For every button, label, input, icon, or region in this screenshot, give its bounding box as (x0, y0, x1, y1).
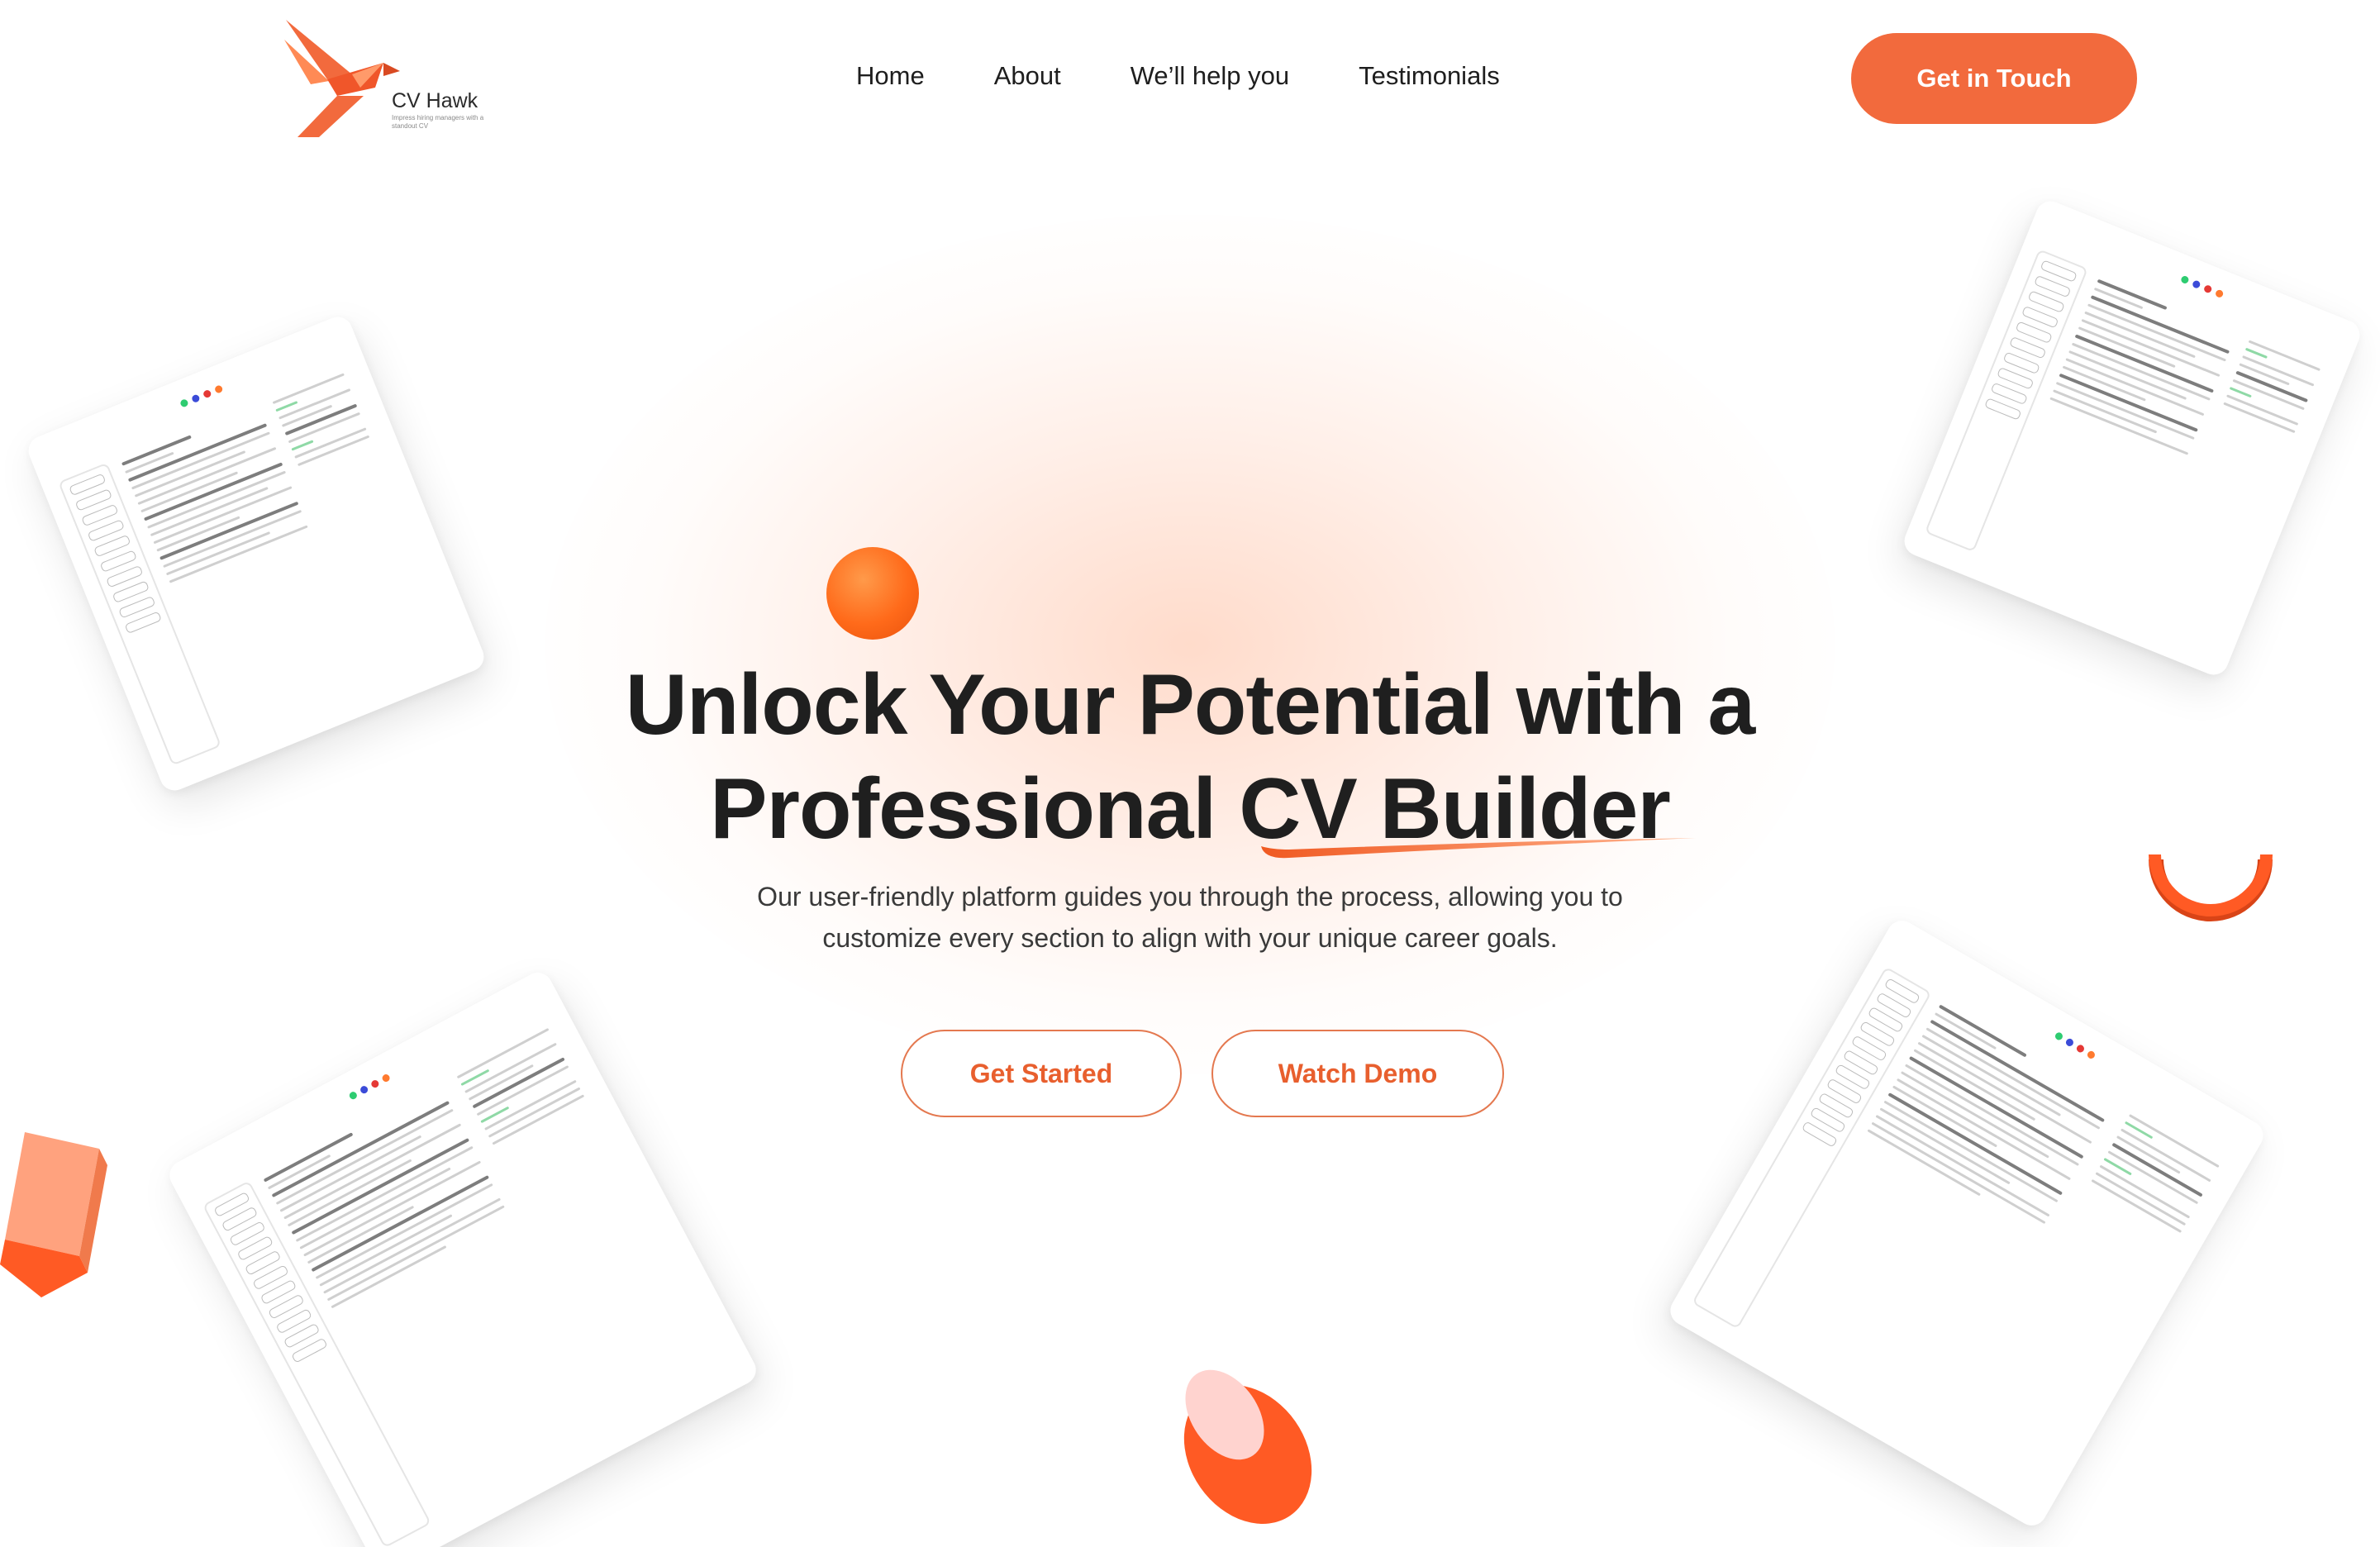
brand-name: CV Hawk (392, 89, 478, 112)
nav-link-home[interactable]: Home (856, 61, 925, 91)
brand-logo[interactable]: CV Hawk Impress hiring managers with a s… (278, 17, 501, 140)
get-in-touch-button[interactable]: Get in Touch (1851, 33, 2137, 124)
get-started-button[interactable]: Get Started (901, 1030, 1182, 1117)
pill-decoration (1183, 1369, 1312, 1524)
subtext-line-2: customize every section to align with yo… (822, 923, 1558, 953)
hero-subtext: Our user-friendly platform guides you th… (0, 876, 2380, 959)
nav-link-about[interactable]: About (994, 61, 1061, 91)
cv-document-preview (1745, 999, 2222, 1504)
hero-headline: Unlock Your Potential with a Professiona… (0, 653, 2380, 861)
color-dots (179, 384, 224, 408)
subtext-line-1: Our user-friendly platform guides you th… (757, 882, 1623, 912)
headline-line-1: Unlock Your Potential with a (625, 657, 1756, 753)
cv-preview-card (1664, 915, 2269, 1531)
hawk-logo-icon (284, 20, 400, 137)
cv-preview-card (1900, 197, 2364, 679)
headline-underline-swoosh (1261, 838, 1696, 859)
color-dots (348, 1073, 392, 1101)
nav-link-testimonials[interactable]: Testimonials (1359, 61, 1500, 91)
watch-demo-button[interactable]: Watch Demo (1211, 1030, 1504, 1117)
cv-preview-card (164, 967, 762, 1547)
color-dots (2054, 1031, 2097, 1060)
landing-page: CV Hawk Impress hiring managers with a s… (0, 0, 2380, 1547)
main-nav: Home About We’ll help you Testimonials (856, 61, 1500, 91)
headline-line-2-prefix: Professional (710, 761, 1240, 857)
nav-link-help[interactable]: We’ll help you (1130, 61, 1289, 91)
orange-block-decoration (0, 1132, 107, 1297)
brand-tagline: Impress hiring managers with a standout … (392, 114, 484, 130)
color-dots (2180, 274, 2225, 299)
orange-sphere-decoration (826, 547, 919, 640)
